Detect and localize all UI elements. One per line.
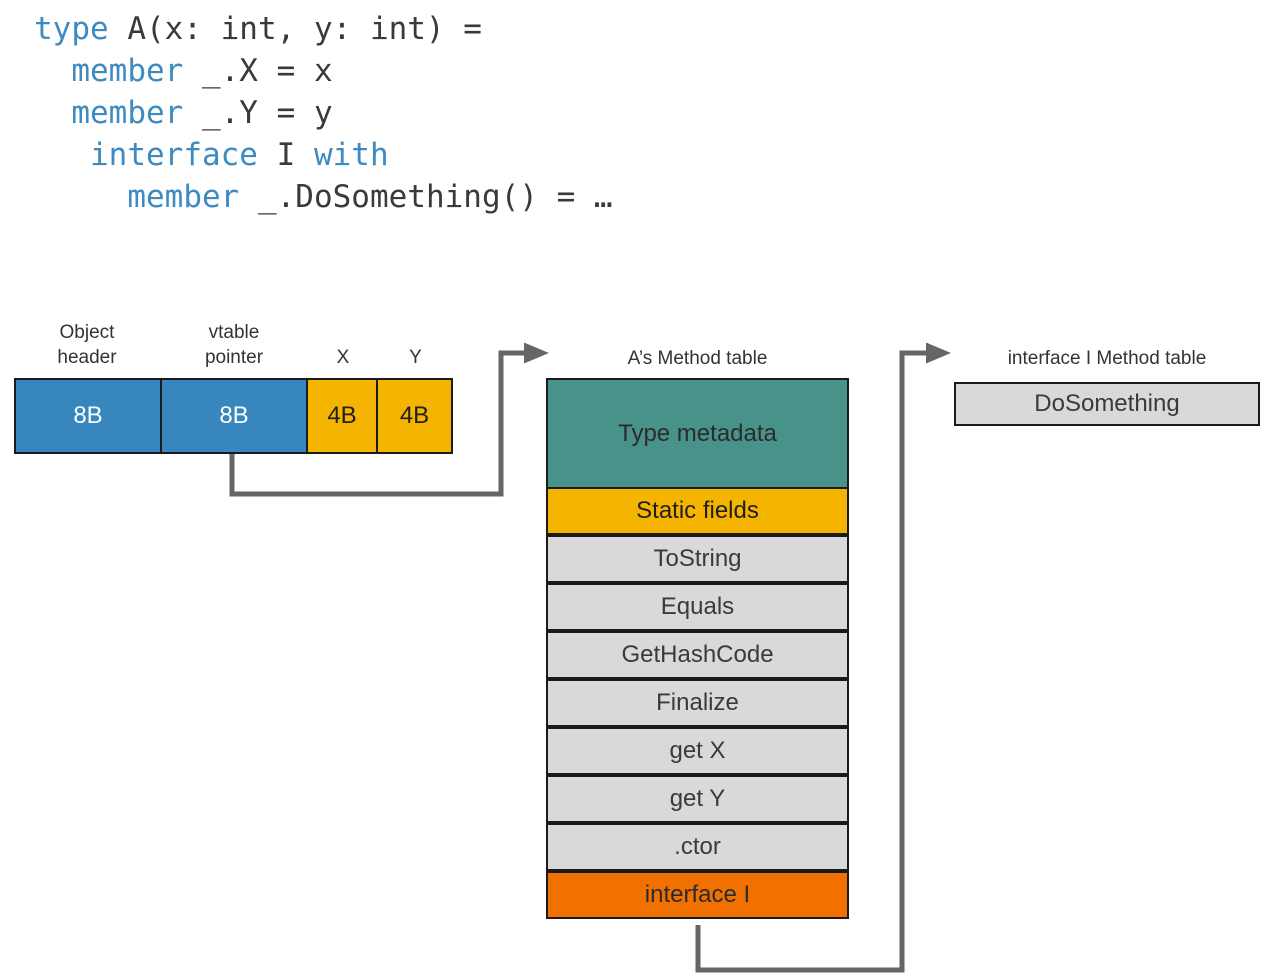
object-cell-vtable-pointer: 8B [160,378,308,454]
method-table-row-label: get Y [669,785,726,812]
interface-table-row: DoSomething [954,382,1260,426]
method-table-row: Equals [546,583,849,631]
method-table-row-label: Equals [660,593,735,620]
method-table-row: Static fields [546,487,849,535]
method-table-row: Finalize [546,679,849,727]
method-table-row-label: interface I [644,881,751,908]
method-table-row: get Y [546,775,849,823]
object-cell-x: 4B [306,378,378,454]
code-text: _.X = x [183,53,333,89]
code-line-4: member _.DoSomething() = … [34,176,613,218]
method-table-row: get X [546,727,849,775]
code-snippet: type A(x: int, y: int) = member _.X = x … [34,8,613,218]
interface-table-row-label: DoSomething [1034,390,1180,417]
code-line-1: member _.X = x [34,50,613,92]
method-table-row-label: Finalize [656,689,739,716]
method-table-row-label: Type metadata [618,419,777,447]
code-text: I [257,137,314,173]
method-table-row-label: Static fields [636,497,759,524]
object-cell-y: 4B [376,378,453,454]
method-table-row-label: ToString [653,545,742,572]
code-keyword: with [313,137,389,173]
object-layout-label-x: X [336,347,350,368]
code-text: _.Y = y [183,95,333,131]
code-line-0: type A(x: int, y: int) = [34,8,613,50]
code-keyword: member [127,179,240,215]
method-table-row: GetHashCode [546,631,849,679]
method-table-title: A’s Method table [627,348,768,369]
method-table-row: Type metadata [546,378,849,489]
code-keyword: member [71,53,184,89]
code-keyword: interface [90,137,258,173]
object-cell-object-header: 8B [14,378,162,454]
object-layout-label-object-header: Object header [57,322,117,368]
code-keyword: member [71,95,184,131]
method-table-row: .ctor [546,823,849,871]
code-line-3: interface I with [34,134,613,176]
method-table-row-label: .ctor [674,833,721,860]
method-table-row: interface I [546,871,849,919]
code-line-2: member _.Y = y [34,92,613,134]
method-table-row: ToString [546,535,849,583]
interface-table-title: interface I Method table [1007,348,1207,369]
code-text: _.DoSomething() = … [239,179,613,215]
code-text: A(x: int, y: int) = [108,11,482,47]
object-layout-label-vtable-pointer: vtable pointer [204,322,264,368]
method-table-row-label: GetHashCode [621,641,774,668]
object-layout-label-y: Y [409,347,422,368]
code-keyword: type [34,11,109,47]
method-table-row-label: get X [669,737,726,764]
